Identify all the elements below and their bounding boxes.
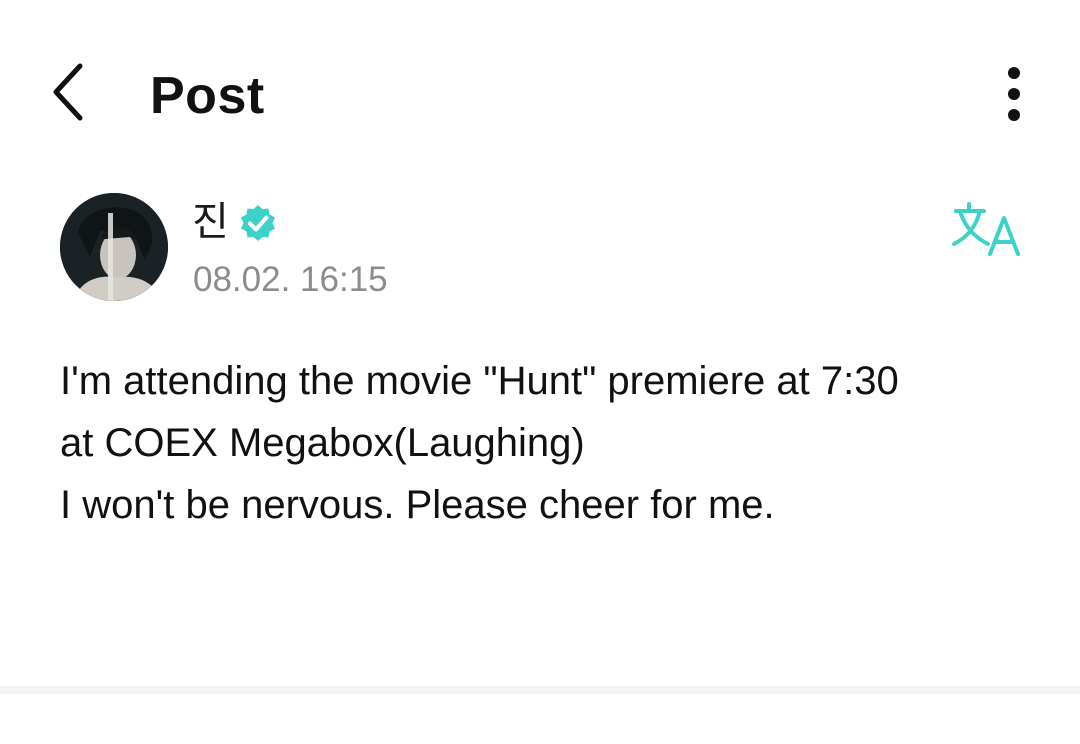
top-bar: Post	[0, 0, 1080, 190]
avatar-image	[60, 193, 168, 301]
back-button[interactable]	[40, 52, 100, 132]
section-divider	[0, 686, 1080, 694]
chevron-left-icon	[53, 63, 83, 121]
post-text-line: I'm attending the movie "Hunt" premiere …	[60, 359, 899, 403]
post-text-line: at COEX Megabox(Laughing)	[60, 421, 585, 465]
more-vertical-icon	[1008, 67, 1020, 121]
translate-icon	[952, 202, 1020, 256]
author-name[interactable]: 진	[192, 196, 229, 248]
post-timestamp: 08.02. 16:15	[193, 260, 388, 299]
post-screen: Post 진 08.02. 16:15 I'm attending the mo…	[0, 0, 1080, 744]
verified-badge-icon	[241, 205, 275, 241]
post-body: I'm attending the movie "Hunt" premiere …	[60, 350, 1050, 536]
more-options-button[interactable]	[990, 58, 1038, 130]
page-title: Post	[150, 67, 265, 125]
translate-button[interactable]	[952, 200, 1026, 262]
author-avatar[interactable]	[60, 193, 168, 301]
post-text-line: I won't be nervous. Please cheer for me.	[60, 483, 775, 527]
